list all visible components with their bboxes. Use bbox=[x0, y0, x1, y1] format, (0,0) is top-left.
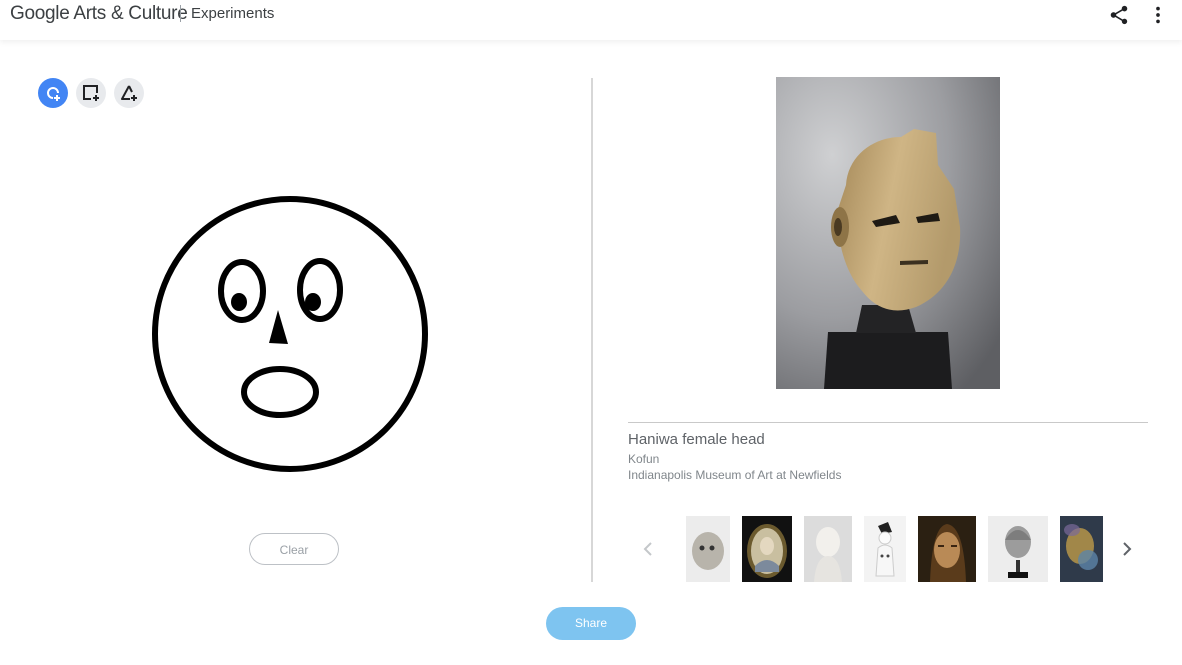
share-button[interactable]: Share bbox=[546, 607, 636, 640]
face-outline bbox=[152, 196, 428, 472]
artwork-period: Kofun bbox=[628, 452, 660, 466]
nose bbox=[269, 310, 288, 344]
right-pupil bbox=[305, 293, 321, 311]
white-bust-thumbnail[interactable] bbox=[804, 516, 852, 582]
clear-button[interactable]: Clear bbox=[249, 533, 339, 565]
share-icon[interactable] bbox=[1108, 4, 1130, 26]
app-header: Google Arts & Culture Experiments bbox=[0, 0, 1182, 40]
drawing-canvas[interactable] bbox=[140, 190, 440, 480]
abstract-painting-thumbnail[interactable] bbox=[1060, 516, 1103, 582]
artwork-title[interactable]: Haniwa female head bbox=[628, 430, 765, 450]
mouth bbox=[241, 366, 319, 418]
lasso-add-icon bbox=[47, 87, 60, 101]
vertical-divider bbox=[591, 78, 593, 582]
left-pupil bbox=[231, 293, 247, 311]
shape-add-icon bbox=[121, 85, 137, 101]
marble-head-thumbnail[interactable] bbox=[988, 516, 1048, 582]
chevron-right-icon[interactable] bbox=[1118, 540, 1136, 558]
left-eye bbox=[218, 259, 266, 323]
stone-face-thumbnail[interactable] bbox=[686, 516, 730, 582]
painted-portrait-thumbnail[interactable] bbox=[918, 516, 976, 582]
chevron-left-icon[interactable] bbox=[640, 540, 658, 558]
section-title[interactable]: Experiments bbox=[191, 4, 274, 24]
shape-tool-button[interactable] bbox=[114, 78, 144, 108]
info-divider bbox=[628, 422, 1148, 423]
crop-add-icon bbox=[83, 85, 99, 101]
artwork-image[interactable] bbox=[776, 77, 1000, 389]
artwork-museum: Indianapolis Museum of Art at Newfields bbox=[628, 468, 842, 482]
brand-logo[interactable]: Google Arts & Culture bbox=[10, 2, 188, 26]
crop-tool-button[interactable] bbox=[76, 78, 106, 108]
right-eye bbox=[297, 258, 343, 322]
header-separator bbox=[180, 5, 181, 22]
portrait-miniature-thumbnail[interactable] bbox=[742, 516, 792, 582]
lasso-tool-button[interactable] bbox=[38, 78, 68, 108]
figurine-thumbnail[interactable] bbox=[864, 516, 906, 582]
more-vert-icon[interactable] bbox=[1147, 4, 1169, 26]
